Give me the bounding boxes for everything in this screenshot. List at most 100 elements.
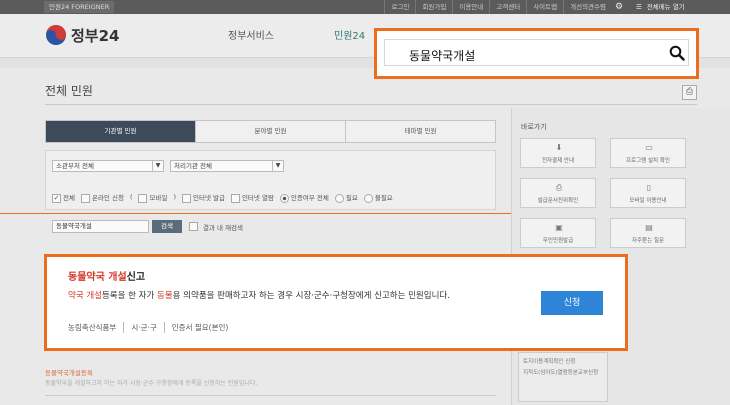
foreigner-link[interactable]: 민원24 FOREIGNER <box>44 1 115 13</box>
within-results-label: 결과 내 재검색 <box>203 223 244 232</box>
monitor-icon: ▭ <box>645 143 653 152</box>
sitemap-link[interactable]: 사이트맵 <box>526 0 563 14</box>
keyword-input[interactable]: 동물약국개설 <box>52 220 149 233</box>
radio-icon <box>334 193 344 203</box>
check-internet-view-label: 인터넷 열람 <box>241 194 274 202</box>
result-title-link[interactable]: 동물약국개설등록 <box>45 367 93 377</box>
ministry-select[interactable]: 소관부처 전체 ▼ <box>52 160 164 172</box>
check-online[interactable]: 온라인 신청 <box>80 192 124 203</box>
paren-close: ) <box>173 193 176 202</box>
check-mobile-label: 모바일 <box>149 194 168 202</box>
check-internet-view[interactable]: 인터넷 열람 <box>230 192 274 203</box>
radio-cert-all-label: 인증여부 전체 <box>290 194 329 202</box>
check-online-label: 온라인 신청 <box>91 194 124 202</box>
search-input-value: 동물약국개설 <box>409 49 476 63</box>
quick-doc-verify[interactable]: ⎙ 발급문서진위확인 <box>520 178 596 208</box>
page-title: 전체 민원 <box>45 84 93 98</box>
desc-rest: 용 의약품을 판매하고자 하는 경우 시장·군수·구청장에게 신고하는 민원입니… <box>172 291 450 301</box>
kiosk-icon: ▣ <box>555 223 563 232</box>
quick-links-title: 바로가기 <box>521 123 547 131</box>
quick-kiosk[interactable]: ▣ 무인민원발급 <box>520 218 596 248</box>
quick-payment-guide[interactable]: ⬇ 전자결제 안내 <box>520 138 596 168</box>
popular-links-box: 토지이용계획확인 신청 지적도(임야도)열람등본교부신청 <box>518 352 608 402</box>
quick-payment-guide-label: 전자결제 안내 <box>541 158 575 164</box>
highlighted-search-box: 동물약국개설 <box>374 28 699 79</box>
checkbox-checked-icon: ✓ <box>52 193 61 203</box>
guide-link[interactable]: 이용안내 <box>452 0 489 14</box>
result-title-rest: 신고 <box>126 272 146 283</box>
paren-open: ( <box>129 193 133 202</box>
radio-cert-required[interactable]: 필요 <box>334 192 358 203</box>
checkbox-icon[interactable] <box>189 222 198 231</box>
printer-icon: ⎙ <box>555 183 563 192</box>
utility-links: 로그인 회원가입 이용안내 고객센터 사이트맵 개선의견수렴 <box>384 0 612 14</box>
radio-selected-icon <box>279 193 289 203</box>
quick-mobile-guide-label: 모바일 이용안내 <box>629 198 667 204</box>
quick-program-check[interactable]: ▭ 프로그램 설치 확인 <box>610 138 686 168</box>
chevron-down-icon: ▼ <box>152 161 163 171</box>
radio-cert-not-required-label: 불필요 <box>374 194 393 202</box>
ministry-select-value: 소관부처 전체 <box>56 162 94 170</box>
result-description: 약국 개설등록을 한 자가 동물용 의약품을 판매하고자 하는 경우 시장·군수… <box>68 289 450 301</box>
all-menu-label: 전체메뉴 열기 <box>646 3 685 11</box>
agency-select-value: 처리기관 전체 <box>174 162 212 170</box>
check-mobile[interactable]: 모바일 <box>138 192 167 203</box>
checkbox-icon <box>138 193 148 203</box>
login-link[interactable]: 로그인 <box>384 0 415 14</box>
chat-icon: ▤ <box>645 223 653 232</box>
desc-mid: 등록을 한 자가 <box>101 291 158 301</box>
quick-faq[interactable]: ▤ 자주묻는 질문 <box>610 218 686 248</box>
desc-keyword-1: 약국 개설 <box>68 291 102 301</box>
search-input[interactable]: 동물약국개설 <box>384 39 689 66</box>
apply-button[interactable]: 신청 <box>541 291 603 315</box>
check-all[interactable]: ✓ 전체 <box>52 192 75 203</box>
nav-gov-services[interactable]: 정부서비스 <box>228 27 274 42</box>
tab-by-theme[interactable]: 테마별 민원 <box>345 121 495 142</box>
search-button[interactable]: 검색 <box>152 220 182 233</box>
top-utility-bar: 민원24 FOREIGNER 로그인 회원가입 이용안내 고객센터 사이트맵 개… <box>0 0 730 14</box>
agency-select[interactable]: 처리기관 전체 ▼ <box>170 160 284 172</box>
check-internet-issue[interactable]: 인터넷 발급 <box>181 192 225 203</box>
print-icon[interactable]: ⎙ <box>682 85 697 100</box>
result-title-keyword: 동물약국 개설 <box>68 272 127 283</box>
result-description: 동물약국을 개설하고자 하는 자가 시장·군수·구청장에게 등록을 신청하는 민… <box>45 380 258 387</box>
sidebar-link[interactable]: 지적도(임야도)열람등본교부신청 <box>523 368 603 379</box>
taegeuk-icon <box>46 25 66 45</box>
check-internet-issue-label: 인터넷 발급 <box>192 194 225 202</box>
signup-link[interactable]: 회원가입 <box>415 0 452 14</box>
download-icon: ⬇ <box>555 143 563 152</box>
tab-by-agency[interactable]: 기관별 민원 <box>46 121 195 142</box>
radio-cert-not-required[interactable]: 불필요 <box>363 192 393 203</box>
meta-ministry: 농림축산식품부 <box>68 323 117 332</box>
quick-faq-label: 자주묻는 질문 <box>631 238 665 244</box>
checkbox-icon <box>230 193 240 203</box>
search-icon[interactable] <box>669 45 685 61</box>
meta-certificate: 인증서 필요(본인) <box>163 322 236 333</box>
nav-minwon24[interactable]: 민원24 <box>334 27 365 42</box>
quick-mobile-guide[interactable]: ▯ 모바일 이용안내 <box>610 178 686 208</box>
support-link[interactable]: 고객센터 <box>489 0 526 14</box>
check-all-label: 전체 <box>63 194 75 202</box>
gear-icon[interactable]: ⚙ <box>612 1 626 13</box>
result-title[interactable]: 동물약국 개설신고 <box>68 268 145 283</box>
hamburger-icon: ☰ <box>636 3 642 11</box>
title-divider <box>45 104 697 105</box>
radio-cert-all[interactable]: 인증여부 전체 <box>279 192 329 203</box>
site-logo[interactable]: 정부24 <box>45 24 119 46</box>
keyword-search-row: 동물약국개설 검색 결과 내 재검색 <box>52 220 243 233</box>
quick-kiosk-label: 무인민원발급 <box>542 238 574 244</box>
radio-cert-required-label: 필요 <box>345 194 358 202</box>
highlighted-result-card: 동물약국 개설신고 약국 개설등록을 한 자가 동물용 의약품을 판매하고자 하… <box>44 254 628 351</box>
all-menu-button[interactable]: ☰ 전체메뉴 열기 <box>636 0 685 14</box>
category-tabs: 기관별 민원 분야별 민원 테마별 민원 <box>45 120 496 143</box>
desc-keyword-2: 동물 <box>157 291 173 301</box>
radio-icon <box>363 193 373 203</box>
feedback-link[interactable]: 개선의견수렴 <box>563 0 612 14</box>
mobile-icon: ▯ <box>646 183 652 192</box>
result-meta: 농림축산식품부 시·군·구 인증서 필요(본인) <box>68 322 235 333</box>
tab-by-field[interactable]: 분야별 민원 <box>195 121 345 142</box>
checkbox-icon <box>80 193 90 203</box>
chevron-down-icon: ▼ <box>272 161 283 171</box>
result-divider <box>45 395 496 396</box>
sidebar-link[interactable]: 토지이용계획확인 신청 <box>523 357 603 368</box>
